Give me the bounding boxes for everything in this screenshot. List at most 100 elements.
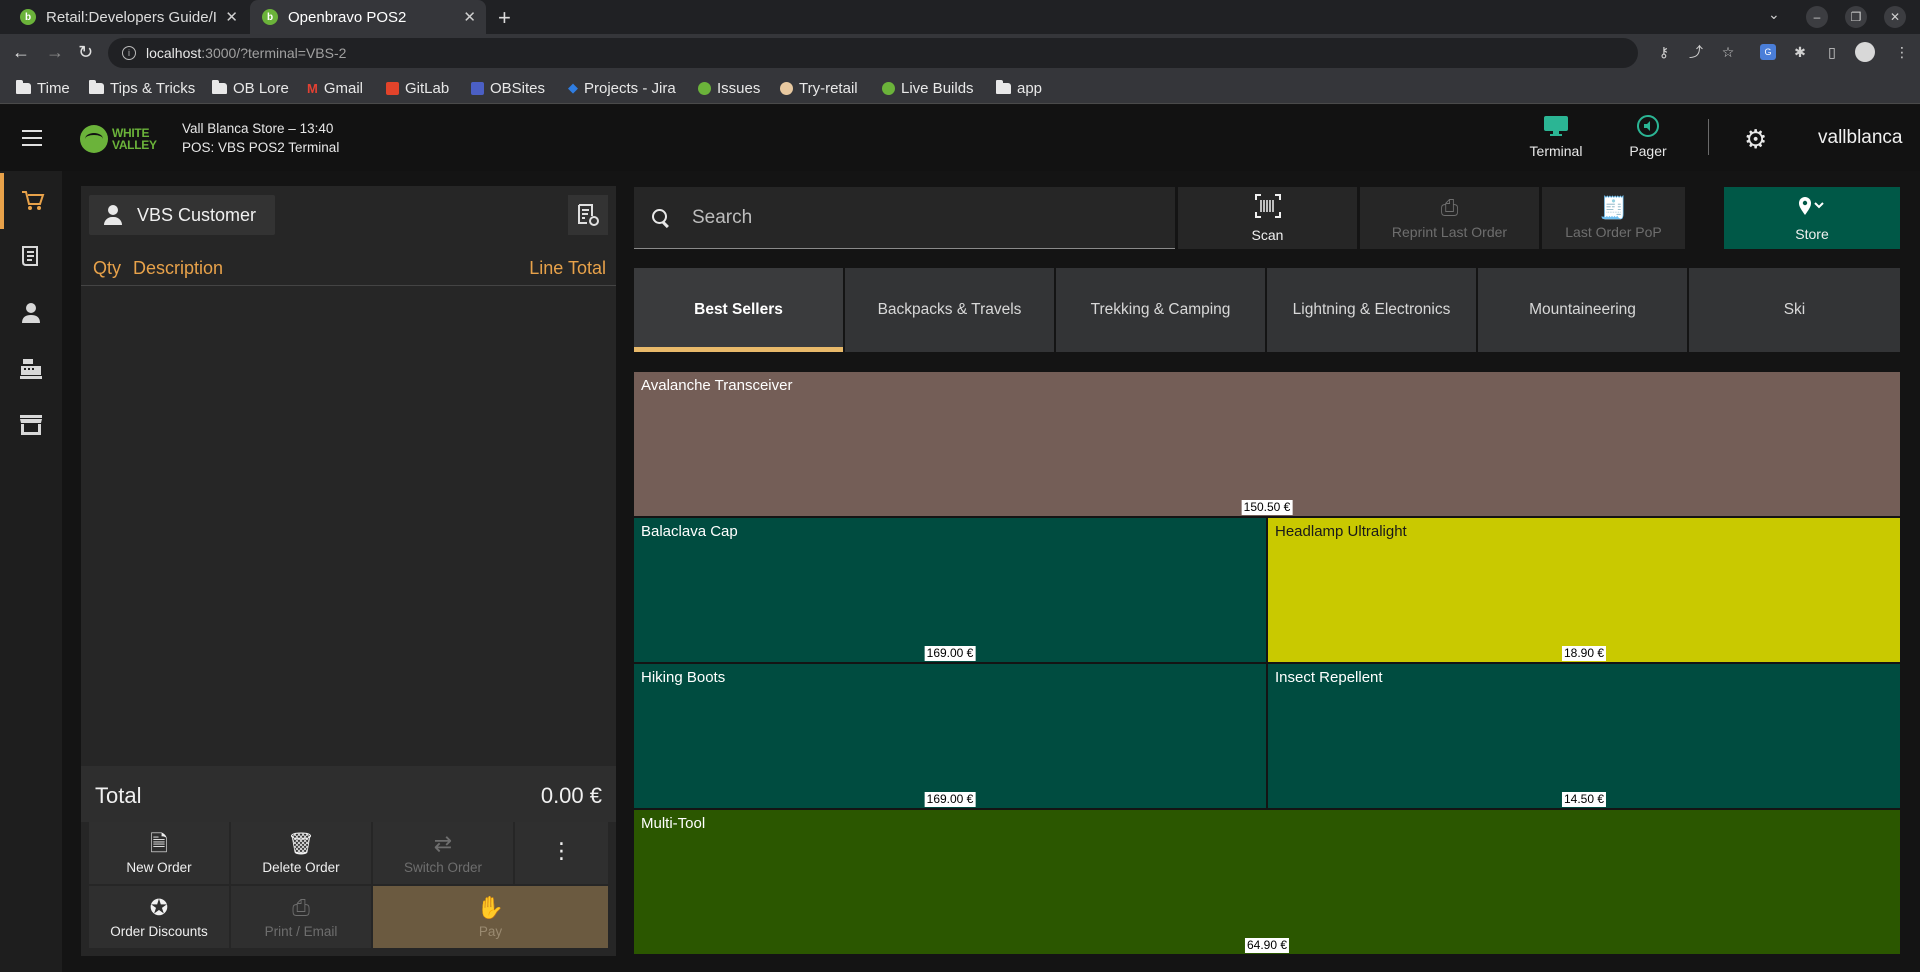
last-order-pop-label: Last Order PoP: [1565, 224, 1662, 240]
key-icon[interactable]: ⚷: [1656, 44, 1672, 60]
product-tile-multi-tool[interactable]: Multi-Tool 64.90 €: [634, 810, 1900, 954]
nav-store[interactable]: [0, 397, 62, 453]
product-tile-headlamp-ultralight[interactable]: Headlamp Ultralight 18.90 €: [1268, 518, 1900, 662]
main-menu-icon[interactable]: [22, 130, 42, 146]
receipt-properties-button[interactable]: [568, 195, 608, 235]
store-button[interactable]: Store: [1724, 187, 1900, 249]
search-input[interactable]: [692, 206, 1112, 229]
close-tab-icon[interactable]: ✕: [463, 8, 476, 26]
tab-search-icon[interactable]: ⌄: [1768, 6, 1780, 23]
pager-button[interactable]: Pager: [1603, 113, 1693, 165]
trash-icon: 🗑: [287, 830, 315, 856]
bookmark-try-retail[interactable]: Try-retail: [780, 78, 858, 98]
logo-line2: VALLEY: [112, 138, 157, 152]
terminal-label: Terminal: [1529, 143, 1583, 159]
bookmark-tips-tricks[interactable]: Tips & Tricks: [89, 78, 195, 98]
last-order-pop-button[interactable]: 🧾 Last Order PoP: [1542, 187, 1685, 249]
forward-icon[interactable]: →: [46, 42, 64, 63]
bookmark-live-builds[interactable]: Live Builds: [882, 78, 974, 98]
total-bar: Total 0.00 €: [81, 766, 616, 822]
bookmark-projects-jira[interactable]: ◆ Projects - Jira: [568, 78, 676, 98]
product-tile-avalanche-transceiver[interactable]: Avalanche Transceiver 150.50 €: [634, 372, 1900, 516]
pay-button[interactable]: ✋ Pay: [373, 886, 608, 948]
minimize-icon[interactable]: –: [1806, 6, 1828, 28]
bookmark-time[interactable]: Time: [16, 78, 70, 98]
product-price: 14.50 €: [1561, 792, 1607, 807]
close-tab-icon[interactable]: ✕: [225, 8, 238, 26]
close-window-icon[interactable]: ✕: [1884, 6, 1906, 28]
store-line: Vall Blanca Store – 13:40: [182, 121, 334, 136]
product-tile-hiking-boots[interactable]: Hiking Boots 169.00 €: [634, 664, 1266, 808]
nav-customers[interactable]: [0, 285, 62, 341]
bookmark-app[interactable]: app: [996, 78, 1042, 98]
logo-ball-icon: [80, 125, 108, 153]
bookmark-ob-lore[interactable]: OB Lore: [212, 78, 289, 98]
reprint-last-order-button[interactable]: ⎙ Reprint Last Order: [1360, 187, 1539, 249]
nav-receipts[interactable]: [0, 229, 62, 285]
more-actions-button[interactable]: ⋮: [515, 822, 608, 884]
delete-order-button[interactable]: 🗑 Delete Order: [231, 822, 371, 884]
switch-order-button[interactable]: ⇄ Switch Order: [373, 822, 513, 884]
product-tile-balaclava-cap[interactable]: Balaclava Cap 169.00 €: [634, 518, 1266, 662]
product-price: 64.90 €: [1244, 938, 1290, 953]
order-discounts-label: Order Discounts: [110, 923, 208, 939]
bookmark-issues[interactable]: Issues: [698, 78, 760, 98]
category-tab-best-sellers[interactable]: Best Sellers: [634, 268, 843, 352]
translate-icon[interactable]: G: [1760, 44, 1776, 60]
left-nav: [0, 171, 62, 972]
new-order-button[interactable]: 🗎 New Order: [89, 822, 229, 884]
search-icon[interactable]: [652, 208, 670, 227]
nav-cart[interactable]: [0, 173, 62, 229]
url-field[interactable]: i localhost:3000/?terminal=VBS-2: [108, 38, 1638, 68]
ticket-panel: VBS Customer Qty Description Line Total …: [81, 186, 616, 956]
category-tab-ski[interactable]: Ski: [1689, 268, 1900, 352]
terminal-button[interactable]: Terminal: [1511, 113, 1601, 165]
restore-icon[interactable]: ❐: [1845, 6, 1867, 28]
pay-hand-icon: ✋: [476, 894, 505, 920]
profile-avatar[interactable]: [1855, 42, 1875, 62]
extensions-icon[interactable]: ✱: [1792, 44, 1808, 60]
scan-button[interactable]: Scan: [1178, 187, 1357, 249]
side-panel-icon[interactable]: ▯: [1824, 44, 1840, 60]
category-tab-trekking-camping[interactable]: Trekking & Camping: [1056, 268, 1265, 352]
browser-tab-developers-guide[interactable]: b Retail:Developers Guide/I ✕: [8, 0, 248, 34]
product-name: Hiking Boots: [641, 669, 726, 686]
new-tab-button[interactable]: +: [498, 5, 511, 31]
obsites-icon: [471, 81, 484, 95]
folder-icon: [16, 79, 31, 94]
reprint-label: Reprint Last Order: [1391, 224, 1508, 240]
site-info-icon[interactable]: i: [122, 46, 136, 60]
customer-button[interactable]: VBS Customer: [89, 195, 275, 235]
category-tab-backpacks-travels[interactable]: Backpacks & Travels: [845, 268, 1054, 352]
nav-cash-register[interactable]: [0, 341, 62, 397]
receipt-settings-icon: [578, 204, 599, 226]
bookmark-gitlab[interactable]: GitLab: [386, 78, 449, 98]
product-price: 169.00 €: [924, 792, 976, 807]
barcode-scan-icon: [1254, 193, 1281, 223]
pos-app: WHITE VALLEY Vall Blanca Store – 13:40 PO…: [0, 105, 1920, 972]
product-grid: Avalanche Transceiver 150.50 € Balaclava…: [634, 367, 1900, 957]
printer-icon: ⎙: [292, 894, 310, 920]
bookmark-label: GitLab: [405, 79, 450, 97]
bookmark-star-icon[interactable]: ☆: [1720, 44, 1736, 60]
folder-icon: [89, 79, 104, 94]
bookmark-obsites[interactable]: OBSites: [471, 78, 545, 98]
print-email-button[interactable]: ⎙ Print / Email: [231, 886, 371, 948]
bookmark-gmail[interactable]: M Gmail: [307, 78, 363, 98]
person-icon: [22, 303, 40, 323]
settings-gear-icon[interactable]: ⚙: [1744, 124, 1767, 155]
category-tab-lightning-electronics[interactable]: Lightning & Electronics: [1267, 268, 1476, 352]
category-tab-mountaineering[interactable]: Mountaineering: [1478, 268, 1687, 352]
username[interactable]: vallblanca: [1818, 127, 1903, 149]
browser-menu-icon[interactable]: ⋮: [1894, 44, 1910, 60]
openbravo-icon: [882, 81, 895, 95]
share-icon[interactable]: ⤴: [1688, 44, 1704, 60]
back-icon[interactable]: ←: [12, 42, 30, 63]
reload-icon[interactable]: ↻: [78, 42, 93, 63]
product-name: Insect Repellent: [1275, 669, 1383, 686]
person-icon: [103, 204, 123, 226]
product-price: 169.00 €: [924, 646, 976, 661]
browser-tab-openbravo-pos2[interactable]: b Openbravo POS2 ✕: [250, 0, 486, 34]
order-discounts-button[interactable]: ✪ Order Discounts: [89, 886, 229, 948]
product-tile-insect-repellent[interactable]: Insect Repellent 14.50 €: [1268, 664, 1900, 808]
